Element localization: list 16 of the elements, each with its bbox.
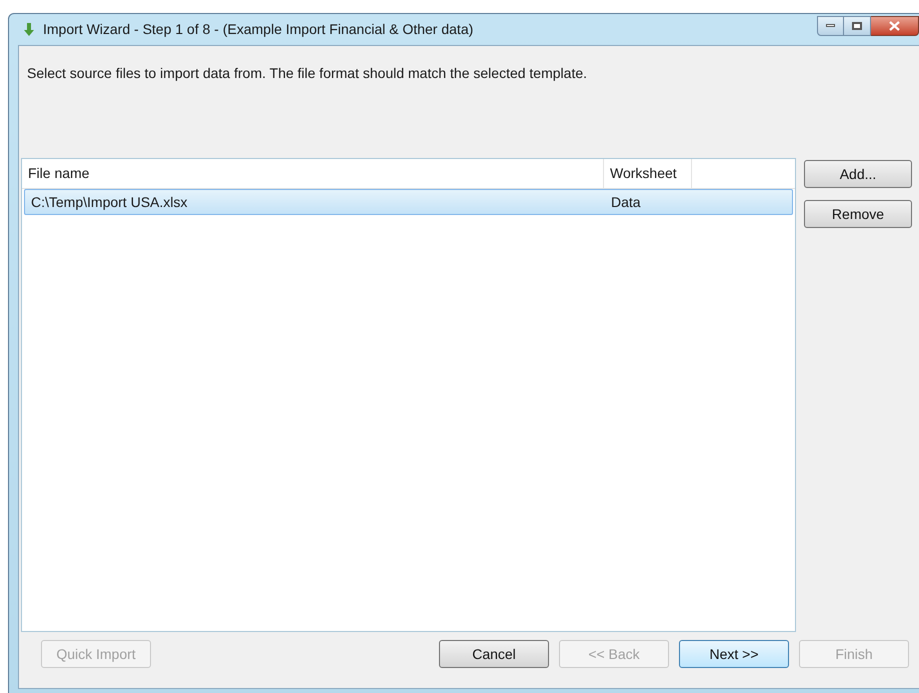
column-header[interactable]: Worksheet: [604, 159, 692, 188]
wizard-button[interactable]: Cancel: [439, 640, 549, 668]
minimize-button[interactable]: [817, 16, 844, 36]
wizard-button[interactable]: Add...: [804, 160, 912, 188]
table-cell-text: C:\Temp\Import USA.xlsx: [30, 192, 188, 212]
arrow-icon: [21, 22, 37, 38]
wizard-button[interactable]: Remove: [804, 200, 912, 228]
window-title: Import Wizard - Step 1 of 8 - (Example Import Financial & Other data): [43, 20, 474, 39]
table-cell-text: Data: [610, 192, 642, 212]
close-button[interactable]: [871, 16, 919, 36]
close-icon: [889, 20, 900, 30]
instruction-text: Select source files to import data from. The file format should match the selected template.: [26, 64, 588, 83]
file-row[interactable]: C:\Temp\Import USA.xlsx Data: [24, 189, 793, 215]
maximize-button[interactable]: [844, 16, 871, 36]
column-header[interactable]: File name: [22, 159, 604, 188]
wizard-button[interactable]: Next >>: [679, 640, 789, 668]
